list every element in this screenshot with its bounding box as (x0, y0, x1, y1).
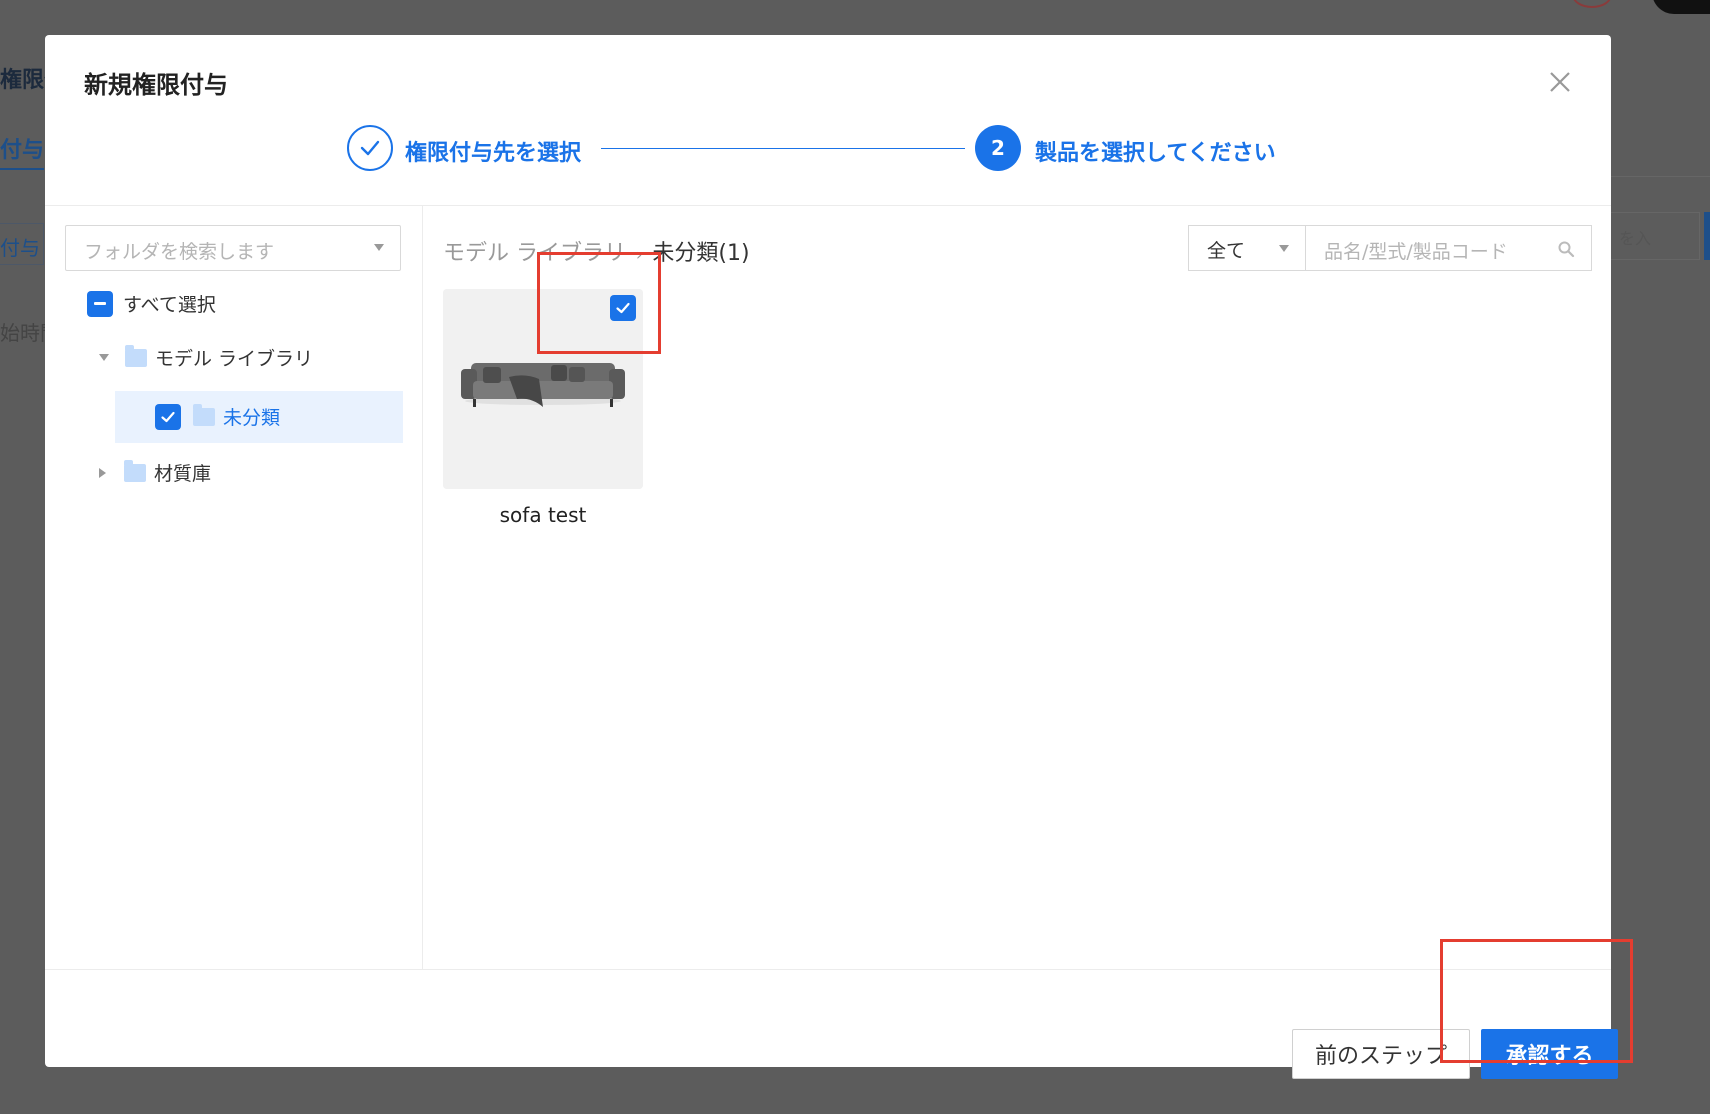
tree-item-label: 未分類 (223, 407, 281, 429)
header-divider (45, 205, 1611, 206)
caret-right-icon[interactable] (99, 467, 106, 478)
highlight-box-approve (1440, 939, 1633, 1063)
grant-permission-modal: 新規権限付与 権限付与先を選択 2 製品を選択してください フォルダを検索します… (45, 35, 1618, 1079)
tree-item-model-library[interactable]: モデル ライブラリ (99, 344, 313, 371)
step-1-indicator (347, 125, 393, 171)
step-connector (601, 148, 965, 149)
folder-icon (125, 344, 147, 367)
tree-item-material-library[interactable]: 材質庫 (99, 459, 211, 486)
minus-icon (94, 302, 106, 305)
product-name: sofa test (499, 503, 587, 527)
footer-divider (45, 969, 1611, 970)
folder-icon (193, 403, 215, 426)
product-search-placeholder: 品名/型式/製品コード (1324, 241, 1508, 263)
step-2-indicator: 2 (975, 125, 1021, 171)
bg-pill-button (1652, 0, 1710, 14)
search-icon[interactable] (1557, 240, 1575, 258)
step-2-label: 製品を選択してください (1035, 141, 1276, 166)
close-icon[interactable] (1545, 67, 1575, 97)
bg-avatar (1572, 0, 1612, 8)
checkbox-checked[interactable] (155, 403, 181, 430)
check-icon (360, 140, 380, 156)
bg-primary-button (1704, 212, 1710, 260)
product-search-input[interactable]: 品名/型式/製品コード (1305, 225, 1592, 271)
tree-item-label: モデル ライブラリ (155, 348, 314, 370)
type-filter-select[interactable]: 全て (1188, 225, 1305, 271)
breadcrumb-current: 未分類(1) (652, 241, 750, 266)
indeterminate-checkbox[interactable] (87, 290, 113, 317)
chevron-down-icon (1279, 245, 1289, 252)
check-icon (161, 411, 175, 422)
select-all-row[interactable]: すべて選択 (87, 290, 216, 317)
folder-search-select[interactable]: フォルダを検索します (65, 225, 401, 271)
step-1-label: 権限付与先を選択 (405, 141, 582, 166)
type-filter-value: 全て (1207, 240, 1246, 262)
panel-divider (422, 205, 423, 969)
tree-item-label: 材質庫 (154, 463, 212, 485)
folder-icon (124, 459, 146, 482)
modal-title: 新規権限付与 (84, 71, 228, 99)
tree-item-unclassified[interactable]: 未分類 (155, 403, 280, 430)
chevron-down-icon (374, 244, 384, 251)
select-all-label: すべて選択 (123, 294, 216, 316)
stepper: 権限付与先を選択 2 製品を選択してください (347, 125, 1307, 171)
bg-search-input: を入 (1610, 212, 1700, 260)
highlight-box-checkbox (537, 252, 661, 354)
bg-divider (1610, 176, 1710, 177)
bg-filter-button: 付与 (0, 223, 44, 265)
caret-down-icon[interactable] (99, 354, 109, 361)
bg-tab-underline (0, 168, 44, 170)
folder-search-placeholder: フォルダを検索します (84, 241, 275, 263)
